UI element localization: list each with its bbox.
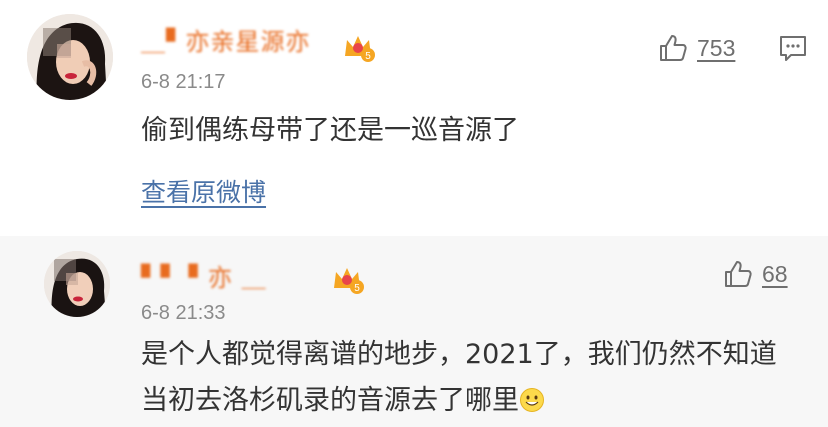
comment-1-body: ＿▘亦亲星源亦 5 6-8 21:17 偷到偶练母带了还是一巡音源了 查看原微博… <box>0 0 828 236</box>
avatar-image <box>44 251 110 317</box>
username-text: ▘▘ ▘亦 ＿ <box>141 264 267 292</box>
vip-crown-badge-icon: 5 <box>341 30 375 64</box>
smile-emoji-icon <box>519 387 545 413</box>
avatar[interactable] <box>44 251 110 317</box>
thumbs-up-icon <box>725 261 752 287</box>
thumbs-up-icon <box>660 35 687 61</box>
vip-level: 5 <box>365 51 371 62</box>
comment-time: 6-8 21:17 <box>141 71 226 93</box>
username-text: ＿▘亦亲星源亦 <box>141 28 311 56</box>
vip-level: 5 <box>354 283 360 294</box>
vip-crown-badge-icon: 5 <box>330 262 364 296</box>
like-button[interactable]: 68 <box>722 258 788 290</box>
comment-item-2: ▘▘ ▘亦 ＿ 5 6-8 21:33 是个人都觉得离谱的地步，2021了，我们… <box>0 236 828 427</box>
comment-button[interactable] <box>778 33 808 63</box>
view-original-link[interactable]: 查看原微博 <box>141 173 266 209</box>
comment-text-body: 是个人都觉得离谱的地步，2021了，我们仍然不知道当初去洛杉矶录的音源去了哪里 <box>141 339 777 416</box>
comment-text: 是个人都觉得离谱的地步，2021了，我们仍然不知道当初去洛杉矶录的音源去了哪里 <box>141 332 801 424</box>
comment-time: 6-8 21:33 <box>141 302 226 324</box>
like-button[interactable]: 753 <box>657 32 735 64</box>
comment-text: 偷到偶练母带了还是一巡音源了 <box>141 115 519 146</box>
like-count: 753 <box>697 34 736 61</box>
comment-icon <box>780 36 806 61</box>
like-count: 68 <box>762 260 788 287</box>
